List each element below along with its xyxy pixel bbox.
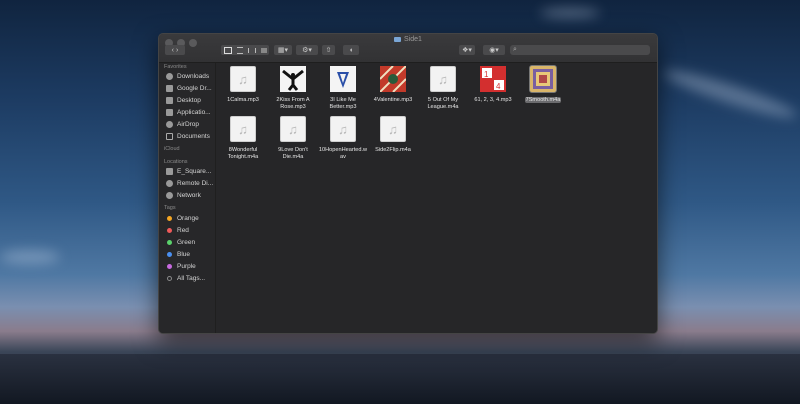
sidebar-header-tags: Tags (164, 205, 176, 211)
window-titlebar: Side1 ‹ › ▦▾ ⚙▾ ⇧ ◖ ❖▾ ◉▾ ⌕ (159, 34, 657, 63)
green-tag-icon (167, 239, 172, 245)
sidebar-item-computer[interactable]: E_Square... (166, 166, 214, 176)
generic-audio-icon: ♫ (230, 66, 256, 92)
file-item[interactable]: 3I Like Me Better.mp3 (318, 66, 368, 111)
file-item[interactable]: ♫ 5 Out Of My League.m4a (418, 66, 468, 111)
network-icon (166, 191, 173, 199)
file-item[interactable]: ♫ 9Love Don't Die.m4a (268, 116, 318, 161)
file-item[interactable]: ♫ 8Wonderful Tonight.m4a (218, 116, 268, 161)
sidebar: Favorites Downloads Google Dr... Desktop… (159, 63, 216, 333)
sidebar-tag-red[interactable]: Red (166, 225, 214, 235)
sidebar-tag-orange[interactable]: Orange (166, 213, 214, 223)
generic-audio-icon: ♫ (430, 66, 456, 92)
file-grid: ♫ 1Calma.mp3 2Kiss From A Rose.mp3 3I Li… (216, 63, 657, 333)
list-view-icon[interactable] (236, 46, 243, 54)
all-tags-icon (167, 275, 172, 281)
blue-tag-icon (167, 251, 172, 257)
file-item-selected[interactable]: 7Smooth.m4a (518, 65, 568, 104)
dropbox-button[interactable]: ❖▾ (459, 45, 475, 55)
view-mode-control[interactable] (221, 45, 269, 55)
finder-window: Side1 ‹ › ▦▾ ⚙▾ ⇧ ◖ ❖▾ ◉▾ ⌕ Favorites Do… (158, 33, 658, 334)
file-item[interactable]: 4Valentine.mp3 (368, 66, 418, 104)
sidebar-tag-blue[interactable]: Blue (166, 249, 214, 259)
sidebar-header-favorites: Favorites (164, 64, 187, 70)
sidebar-header-icloud: iCloud (164, 146, 180, 152)
documents-icon (166, 132, 173, 140)
chevron-left-icon[interactable]: ‹ (172, 47, 174, 54)
search-input[interactable] (519, 46, 640, 54)
grid-icon: ▦▾ (277, 47, 289, 54)
sidebar-item-airdrop[interactable]: AirDrop (166, 119, 214, 129)
circle-menu-icon: ◉▾ (489, 47, 499, 54)
sky-cloud (660, 63, 800, 125)
file-item[interactable]: 2Kiss From A Rose.mp3 (268, 66, 318, 111)
search-field[interactable]: ⌕ (510, 45, 650, 55)
share-button[interactable]: ⇧ (322, 45, 335, 55)
orange-tag-icon (167, 215, 172, 221)
gallery-view-icon[interactable] (260, 47, 267, 53)
computer-icon (166, 167, 173, 175)
share-icon: ⇧ (325, 47, 332, 54)
album-art-dancer (280, 66, 306, 92)
remote-disc-icon (166, 179, 173, 187)
action-menu-button[interactable]: ⚙▾ (296, 45, 318, 55)
window-title: Side1 (159, 36, 657, 43)
quick-action-button[interactable]: ◉▾ (483, 45, 505, 55)
generic-audio-icon: ♫ (280, 116, 306, 142)
column-view-icon[interactable] (247, 47, 256, 53)
sidebar-tag-purple[interactable]: Purple (166, 261, 214, 271)
file-item[interactable]: ♫ Side2Flip.m4a (368, 116, 418, 154)
search-icon: ⌕ (513, 46, 517, 53)
chevron-right-icon[interactable]: › (176, 47, 178, 54)
generic-audio-icon: ♫ (380, 116, 406, 142)
sky-cloud (0, 250, 60, 264)
downloads-icon (166, 72, 173, 80)
sidebar-item-documents[interactable]: Documents (166, 131, 214, 141)
album-art-red-pattern (380, 66, 406, 92)
sidebar-item-desktop[interactable]: Desktop (166, 95, 214, 105)
generic-audio-icon: ♫ (230, 116, 256, 142)
tag-icon: ◖ (348, 46, 354, 54)
tag-button[interactable]: ◖ (343, 45, 359, 55)
folder-icon (394, 36, 402, 42)
svg-text:1: 1 (484, 70, 489, 79)
gear-icon: ⚙▾ (302, 47, 312, 54)
desktop-icon (166, 96, 173, 104)
back-forward-buttons[interactable]: ‹ › (165, 45, 185, 55)
sidebar-header-locations: Locations (164, 159, 188, 165)
svg-text:4: 4 (496, 82, 501, 91)
sidebar-tag-all[interactable]: All Tags... (166, 273, 214, 283)
shoreline (0, 354, 800, 404)
album-art-numbers: 14 (480, 66, 506, 92)
file-item[interactable]: ♫ 1Calma.mp3 (218, 66, 268, 104)
sky-cloud (540, 8, 600, 18)
red-tag-icon (167, 227, 172, 233)
applications-icon (166, 108, 173, 116)
sidebar-tag-green[interactable]: Green (166, 237, 214, 247)
file-item[interactable]: ♫ 10HopenHearted.wav (318, 116, 368, 161)
group-by-button[interactable]: ▦▾ (274, 45, 292, 55)
album-art-triangle (330, 66, 356, 92)
generic-audio-icon: ♫ (330, 116, 356, 142)
sidebar-item-applications[interactable]: Applicatio... (166, 107, 214, 117)
icon-view-icon[interactable] (223, 46, 232, 54)
file-item[interactable]: 14 61, 2, 3, 4.mp3 (468, 66, 518, 104)
google-drive-icon (166, 84, 173, 92)
airdrop-icon (166, 120, 173, 128)
sidebar-item-downloads[interactable]: Downloads (166, 71, 214, 81)
album-art-collage (529, 65, 557, 93)
sidebar-item-remote-disc[interactable]: Remote Di... (166, 178, 214, 188)
dropbox-icon: ❖▾ (462, 47, 472, 54)
sidebar-item-network[interactable]: Network (166, 190, 214, 200)
sidebar-item-google-drive[interactable]: Google Dr... (166, 83, 214, 93)
purple-tag-icon (167, 263, 172, 269)
